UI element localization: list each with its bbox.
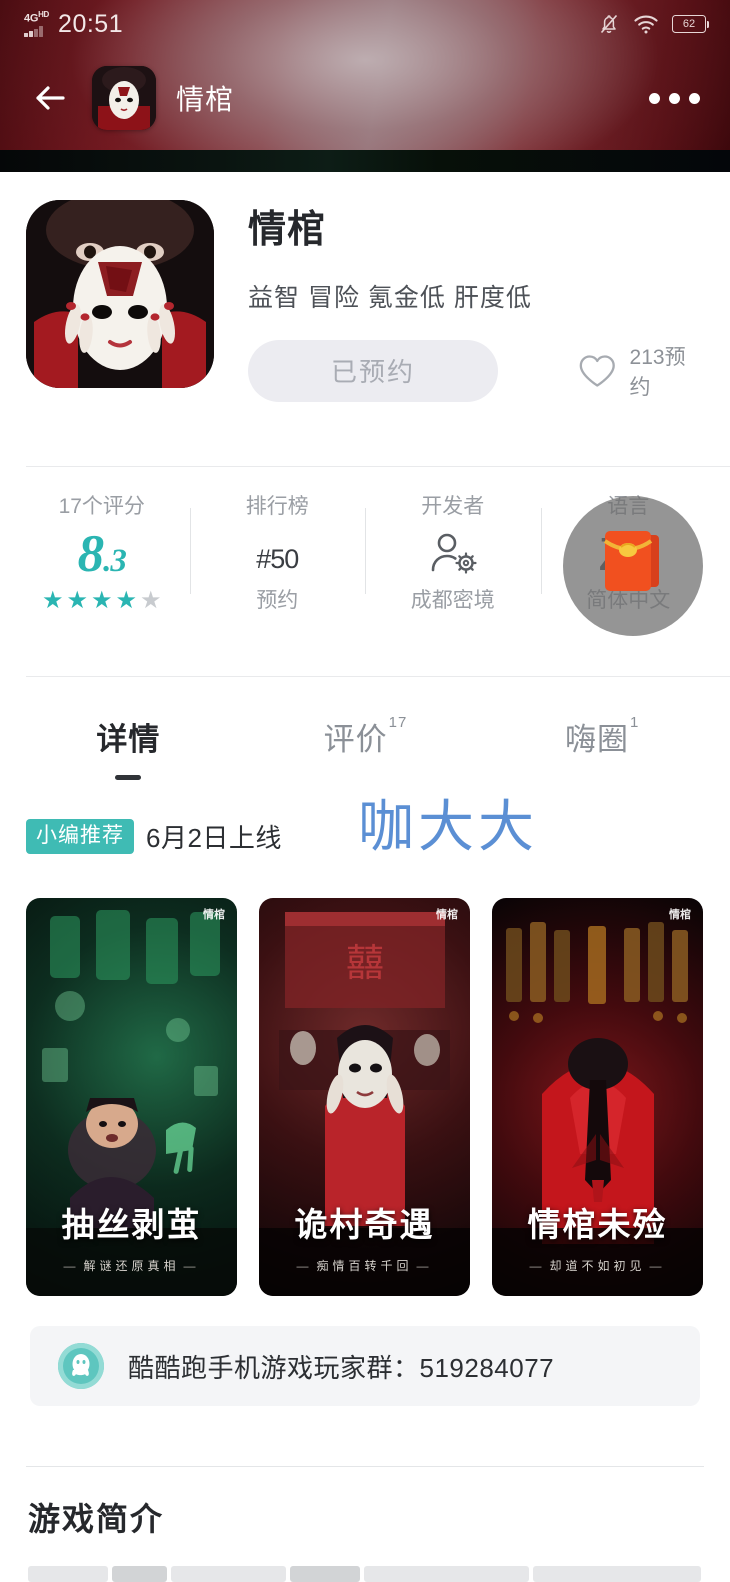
navbar-title: 情棺 [176,84,235,115]
mute-bell-icon [600,14,618,34]
screenshot-title: 诡村奇遇 [294,1208,435,1244]
screenshot-watermark: 情棺 [203,909,225,921]
reserve-button[interactable]: 已预约 [248,339,499,402]
status-bar-left: 4GHD 20:51 [24,9,124,39]
status-bar: 4GHD 20:51 62 [0,0,730,48]
screenshot-watermark: 情棺 [669,909,691,921]
network-indicator: 4GHD [24,9,50,38]
screenshot-gallery: 情棺 抽丝剥茧 解谜还原真相 囍 [26,898,704,1296]
skeleton-bar [533,1566,701,1582]
stat-rating[interactable]: 17个评分 8.3 ★ ★ ★ ★ ★ [14,492,190,615]
stat-rating-label: 17个评分 [58,495,145,518]
stat-rank-value: #50 [256,544,299,575]
tab-reviews-count: 17 [388,713,408,731]
stat-rank-label: 排行榜 [245,495,309,518]
skeleton-bar [28,1566,108,1582]
screenshot-title: 抽丝剥茧 [61,1208,202,1244]
section-title-intro: 游戏简介 [28,1501,165,1537]
screenshot-subtitle: 痴情百转千回 [259,1257,470,1274]
qq-group-banner[interactable]: 酷酷跑手机游戏玩家群：519284077 [30,1326,700,1406]
header-banner: 4GHD 20:51 62 情棺 [0,0,730,150]
red-packet-floating-button[interactable] [563,496,703,636]
app-icon[interactable] [26,200,214,388]
network-type-label: 4GHD [24,9,50,25]
app-tags: 益智 冒险 氪金低 肝度低 [248,283,532,312]
more-options-icon[interactable] [645,83,704,114]
favorite-control[interactable]: 213预约 [576,341,704,401]
skeleton-bar [290,1566,360,1582]
star-filled: ★ [90,587,113,615]
qq-penguin-icon [58,1343,104,1389]
developer-person-gear-icon [431,534,477,574]
screenshot-watermark: 情棺 [436,909,458,921]
skeleton-bar [112,1566,167,1582]
divider-top [26,466,730,467]
star-empty: ★ [140,587,162,615]
stat-developer[interactable]: 开发者 成都密境 [365,492,541,615]
editor-pick-badge: 小编推荐 [26,819,134,854]
skeleton-bar [364,1566,529,1582]
screenshot-subtitle: 却道不如初见 [492,1257,703,1274]
skeleton-bar [171,1566,286,1582]
navigation-bar: 情棺 [0,52,730,144]
divider-tabs [26,676,730,677]
status-bar-clock: 20:51 [58,10,124,39]
star-filled: ★ [66,587,88,615]
tab-details[interactable]: 详情 [10,700,247,780]
battery-icon: 62 [672,15,709,33]
meta-row: 小编推荐 6月2日上线 [26,818,282,855]
tab-reviews[interactable]: 评价17 [247,700,484,780]
tab-community-label: 嗨圈1 [565,713,640,757]
stat-rating-value: 8.3 [77,524,127,583]
signal-bars-icon [24,26,43,38]
svg-text:囍: 囍 [346,943,384,985]
banner-image-strip [0,150,730,172]
qq-group-text: 酷酷跑手机游戏玩家群：519284077 [128,1352,555,1383]
app-name: 情棺 [248,209,327,251]
tab-details-label: 详情 [96,722,161,757]
app-info: 情棺 益智 冒险 氪金低 肝度低 已预约 213预约 [248,200,704,402]
cta-row: 已预约 213预约 [248,339,704,402]
star-filled: ★ [41,587,64,615]
status-bar-right: 62 [598,12,709,36]
screenshot-item[interactable]: 情棺 抽丝剥茧 解谜还原真相 [26,898,237,1296]
release-date: 6月2日上线 [146,823,282,853]
screenshot-item[interactable]: 囍 情棺 诡村奇遇 痴情百转千回 [259,898,470,1296]
app-summary-block: 情棺 益智 冒险 氪金低 肝度低 已预约 213预约 [0,172,730,402]
heart-icon [579,355,615,387]
screenshot-item[interactable]: 情棺 情棺未殓 却道不如初见 [492,898,703,1296]
back-arrow-icon[interactable] [26,72,78,124]
watermark-text: 咖大大 [358,795,538,860]
navbar-app-icon[interactable] [92,66,156,130]
stat-rank-sub: 预约 [256,589,299,613]
divider-section [26,1466,704,1467]
favorite-count: 213预约 [629,345,686,399]
tab-community[interactable]: 嗨圈1 [483,700,720,780]
star-filled: ★ [115,587,138,615]
screenshot-subtitle: 解谜还原真相 [26,1257,237,1274]
tab-reviews-label: 评价17 [323,713,408,757]
content-loading-skeleton [28,1566,702,1582]
wifi-icon [634,15,658,34]
stat-developer-sub: 成都密境 [410,589,495,613]
tab-bar: 详情 评价17 嗨圈1 [0,700,730,780]
tab-active-indicator [115,775,142,780]
screenshot-title: 情棺未殓 [527,1208,668,1244]
red-packet-icon [603,531,659,591]
tab-community-count: 1 [630,713,640,731]
rating-stars: ★ ★ ★ ★ ★ [42,589,162,613]
game-detail-page: 4GHD 20:51 62 情棺 情棺 益智 冒险 氪金低 肝度低 已预约 21… [0,0,730,1582]
stat-rank[interactable]: 排行榜 #50 预约 [189,492,366,615]
stat-developer-label: 开发者 [421,495,485,518]
